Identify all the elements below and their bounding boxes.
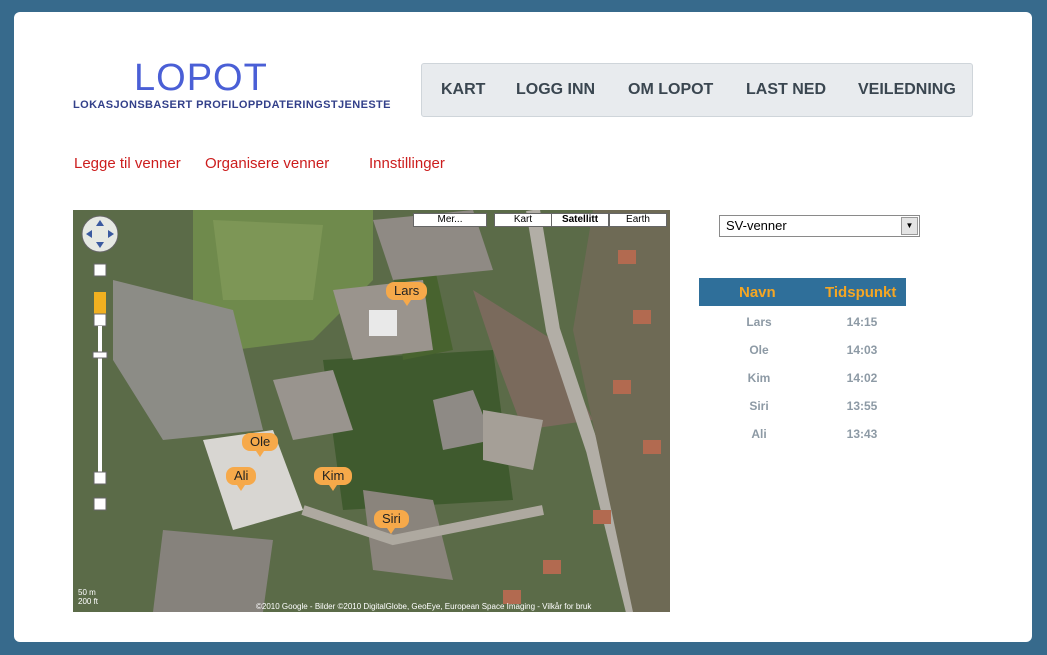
map-marker-lars[interactable]: Lars: [386, 282, 428, 306]
map-type-kart-button[interactable]: Kart: [494, 213, 552, 227]
map-type-earth-button[interactable]: Earth: [609, 213, 667, 227]
map-imagery: [73, 210, 670, 612]
main-nav: KART LOGG INN OM LOPOT LAST NED VEILEDNI…: [421, 63, 973, 117]
logo-subtitle: LOKASJONSBASERT PROFILOPPDATERINGSTJENES…: [73, 99, 391, 111]
map-marker-ali[interactable]: Ali: [226, 467, 257, 491]
map-more-button[interactable]: Mer...: [413, 213, 487, 227]
nav-item-kart[interactable]: KART: [441, 81, 485, 99]
column-header-name[interactable]: Navn: [739, 284, 776, 301]
table-row[interactable]: Ali 13:43: [699, 427, 906, 447]
zoom-controls[interactable]: [78, 214, 118, 514]
settings-link[interactable]: Innstillinger: [369, 155, 445, 172]
friend-name: Lars: [746, 315, 772, 329]
map-copyright[interactable]: ©2010 Google - Bilder ©2010 DigitalGlobe…: [256, 602, 591, 611]
friend-name: Kim: [747, 371, 771, 385]
friend-name: Ali: [751, 427, 767, 441]
table-row[interactable]: Kim 14:02: [699, 371, 906, 391]
organize-friends-link[interactable]: Organisere venner: [205, 155, 329, 172]
friend-time: 13:43: [846, 427, 878, 441]
map-marker-siri[interactable]: Siri: [374, 510, 409, 534]
table-row[interactable]: Lars 14:15: [699, 315, 906, 335]
map-scale-imperial: 200 ft: [78, 597, 99, 606]
map-marker-ole[interactable]: Ole: [242, 433, 279, 457]
table-row[interactable]: Ole 14:03: [699, 343, 906, 363]
add-friends-link[interactable]: Legge til venner: [74, 155, 181, 172]
friend-group-value: SV-venner: [726, 218, 787, 233]
friend-time: 14:15: [846, 315, 878, 329]
nav-item-last-ned[interactable]: LAST NED: [746, 81, 826, 99]
table-row[interactable]: Siri 13:55: [699, 399, 906, 419]
friend-time: 13:55: [846, 399, 878, 413]
nav-item-veiledning[interactable]: VEILEDNING: [858, 81, 956, 99]
map-scale: 50 m 200 ft: [78, 588, 98, 606]
map-scale-metric: 50 m: [78, 588, 96, 597]
friends-table-header: Navn Tidspunkt: [699, 278, 906, 306]
map-type-satellite-button[interactable]: Satellitt: [551, 213, 609, 227]
logo-title[interactable]: LOPOT: [134, 58, 268, 98]
friend-name: Siri: [749, 399, 769, 413]
satellite-map[interactable]: Mer... Kart Satellitt Earth Lars Ole Ali…: [73, 210, 670, 612]
nav-item-om-lopot[interactable]: OM LOPOT: [628, 81, 713, 99]
nav-item-logg-inn[interactable]: LOGG INN: [516, 81, 595, 99]
chevron-down-icon[interactable]: ▼: [901, 217, 918, 235]
friend-group-select[interactable]: SV-venner ▼: [719, 215, 920, 237]
friend-name: Ole: [749, 343, 769, 357]
friend-time: 14:03: [846, 343, 878, 357]
column-header-time[interactable]: Tidspunkt: [825, 284, 896, 301]
friend-time: 14:02: [846, 371, 878, 385]
map-marker-kim[interactable]: Kim: [314, 467, 353, 491]
